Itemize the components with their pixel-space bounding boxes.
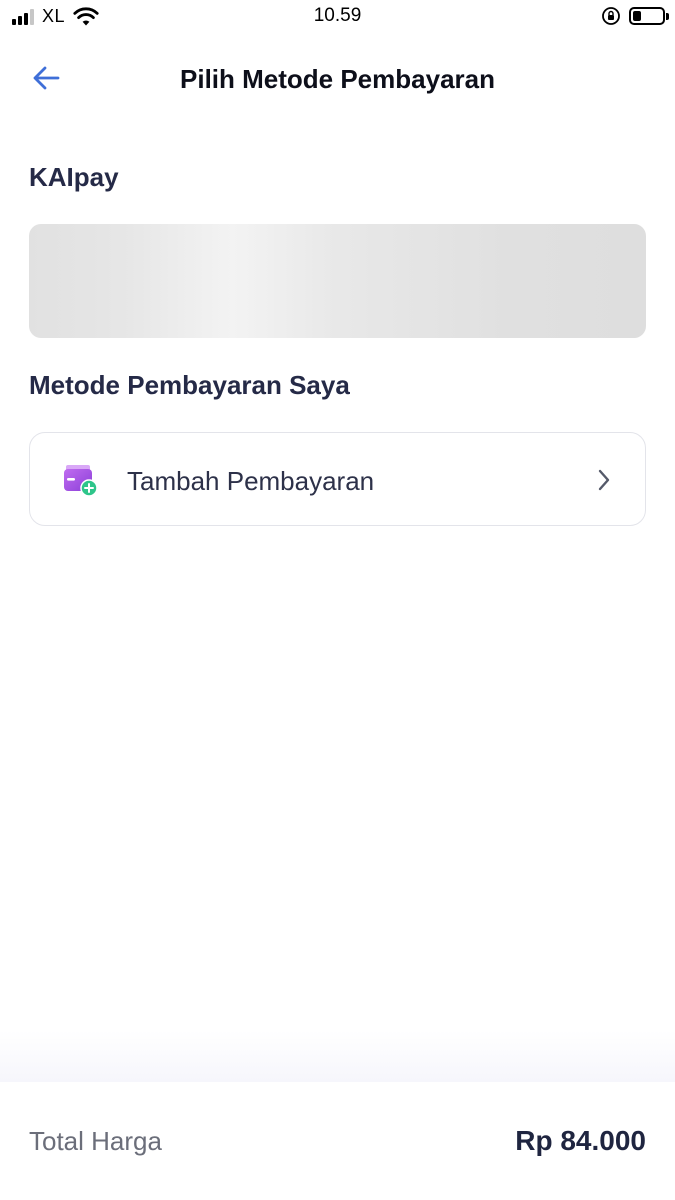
my-methods-section-title: Metode Pembayaran Saya bbox=[29, 370, 350, 400]
wallet-add-icon bbox=[64, 465, 98, 497]
total-bar: Total Harga Rp 84.000 bbox=[0, 1082, 675, 1200]
page-title: Pilih Metode Pembayaran bbox=[180, 64, 495, 94]
bottom-shadow bbox=[0, 1030, 675, 1082]
kaipay-card-placeholder bbox=[29, 224, 646, 338]
chevron-right-icon bbox=[598, 469, 610, 491]
status-bar: XL 10.59 bbox=[0, 0, 675, 34]
kaipay-section-title: KAIpay bbox=[29, 162, 119, 192]
total-label: Total Harga bbox=[29, 1126, 162, 1156]
status-right bbox=[601, 6, 669, 26]
battery-icon bbox=[629, 7, 669, 25]
battery-level bbox=[633, 11, 642, 21]
total-value: Rp 84.000 bbox=[515, 1125, 646, 1156]
add-payment-button[interactable]: Tambah Pembayaran bbox=[29, 432, 646, 526]
header: Pilih Metode Pembayaran bbox=[0, 46, 675, 110]
rotation-lock-icon bbox=[602, 7, 620, 25]
clock: 10.59 bbox=[313, 5, 362, 26]
add-payment-label: Tambah Pembayaran bbox=[127, 466, 375, 496]
